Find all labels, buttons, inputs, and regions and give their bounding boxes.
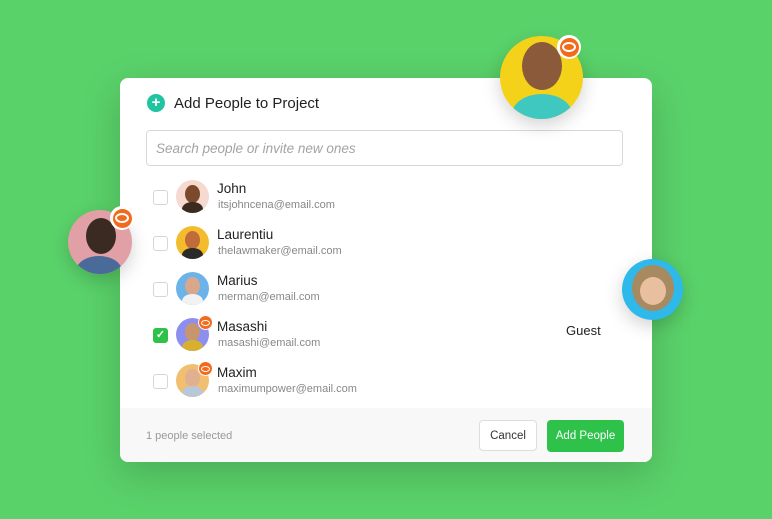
floating-avatar-right [622,259,683,320]
list-item[interactable]: ✓ Masashi masashi@email.com Guest [120,313,652,359]
person-email: maximumpower@email.com [218,383,357,395]
add-people-button[interactable]: Add People [547,420,624,452]
selected-count: 1 people selected [146,430,233,442]
person-email: thelawmaker@email.com [218,245,342,257]
viewer-eye-badge-icon [198,361,213,376]
viewer-eye-badge-icon [198,315,213,330]
person-name: Laurentiu [217,227,274,242]
search-input[interactable] [146,130,623,166]
list-item[interactable]: John itsjohncena@email.com [120,175,652,221]
avatar [176,180,209,213]
checkbox[interactable] [153,236,168,251]
person-name: John [217,181,247,196]
viewer-eye-badge-icon [557,35,581,59]
checkbox-checked[interactable]: ✓ [153,328,168,343]
viewer-eye-badge-icon [110,206,134,230]
list-item[interactable]: Maxim maximumpower@email.com [120,359,652,405]
dialog-header: + Add People to Project [147,94,319,112]
person-email: merman@email.com [218,291,320,303]
checkbox[interactable] [153,190,168,205]
checkbox[interactable] [153,374,168,389]
person-name: Maxim [217,365,257,380]
person-email: itsjohncena@email.com [218,199,335,211]
list-item[interactable]: Laurentiu thelawmaker@email.com [120,221,652,267]
person-name: Marius [217,273,258,288]
dialog-title: Add People to Project [174,94,320,112]
cancel-button[interactable]: Cancel [479,420,537,451]
avatar [176,272,209,305]
plus-circle-icon: + [147,94,165,112]
avatar [176,226,209,259]
role-label[interactable]: Guest [566,323,601,338]
checkbox[interactable] [153,282,168,297]
dialog-footer: 1 people selected Cancel Add People [120,408,652,462]
people-list: John itsjohncena@email.com Laurentiu the… [120,175,652,405]
person-email: masashi@email.com [218,337,321,349]
person-name: Masashi [217,319,268,334]
list-item[interactable]: Marius merman@email.com [120,267,652,313]
add-people-dialog: + Add People to Project John itsjohncena… [120,78,652,462]
